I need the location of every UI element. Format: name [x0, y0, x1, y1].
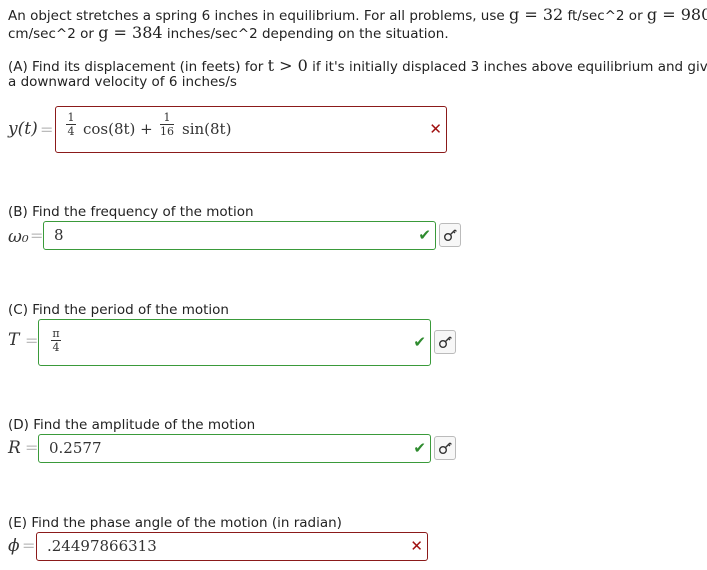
- question-a-text: (A) Find its displacement (in feets) for: [8, 59, 264, 75]
- equals-sign: =: [25, 331, 39, 350]
- answer-b-value: 8: [54, 226, 64, 244]
- fraction-pi-4: π 4: [51, 328, 61, 353]
- answer-b-input[interactable]: 8 ✔: [43, 221, 436, 250]
- gravity-cm: g = 980: [646, 5, 707, 24]
- intro-text: inches/sec^2 depending on the situation.: [166, 26, 449, 42]
- sin-term: sin(8t): [182, 120, 232, 138]
- numerator: π: [52, 327, 60, 340]
- question-c: (C) Find the period of the motion: [8, 302, 229, 318]
- answer-c-input[interactable]: π 4 ✔: [38, 319, 431, 366]
- numerator: 1: [163, 111, 171, 124]
- question-e: (E) Find the phase angle of the motion (…: [8, 515, 342, 531]
- correct-icon: ✔: [413, 333, 426, 351]
- answer-b-label: ω₀: [8, 227, 29, 247]
- denominator: 4: [67, 125, 75, 138]
- key-button[interactable]: [434, 330, 456, 354]
- fraction-1-16: 1 16: [160, 112, 174, 137]
- incorrect-icon: ✕: [410, 537, 423, 555]
- key-icon: [438, 336, 452, 348]
- incorrect-icon: ✕: [429, 120, 442, 138]
- intro-line-2: cm/sec^2 or g = 384 inches/sec^2 dependi…: [8, 24, 449, 43]
- answer-a-label: y(t): [8, 119, 38, 139]
- key-button[interactable]: [434, 436, 456, 460]
- answer-e-value: .24497866313: [47, 537, 157, 555]
- condition-math: t > 0: [267, 56, 308, 75]
- key-icon: [438, 442, 452, 454]
- gravity-in: g = 384: [98, 23, 163, 42]
- equals-sign: =: [22, 536, 36, 555]
- numerator: 1: [67, 111, 75, 124]
- correct-icon: ✔: [418, 226, 431, 244]
- intro-text: ft/sec^2 or: [567, 8, 643, 24]
- question-d: (D) Find the amplitude of the motion: [8, 417, 256, 433]
- intro-text: An object stretches a spring 6 inches in…: [8, 8, 505, 24]
- cos-term: cos(8t) +: [83, 120, 153, 138]
- question-a-line-2: a downward velocity of 6 inches/s: [8, 74, 237, 90]
- answer-d-value: 0.2577: [49, 439, 102, 457]
- question-a-text: if it's initially displaced 3 inches abo…: [312, 59, 707, 75]
- fraction-1-4: 1 4: [66, 112, 76, 137]
- answer-e-input[interactable]: .24497866313 ✕: [36, 532, 428, 561]
- answer-d-input[interactable]: 0.2577 ✔: [38, 434, 431, 463]
- denominator: 16: [160, 125, 174, 138]
- correct-icon: ✔: [413, 439, 426, 457]
- equals-sign: =: [25, 438, 39, 457]
- question-b: (B) Find the frequency of the motion: [8, 204, 254, 220]
- gravity-ft: g = 32: [509, 5, 564, 24]
- answer-e-label: ϕ: [8, 536, 20, 556]
- key-icon: [443, 229, 457, 241]
- equals-sign: =: [40, 120, 54, 139]
- denominator: 4: [52, 341, 60, 354]
- answer-d-label: R: [8, 438, 21, 458]
- answer-c-label: T: [8, 330, 20, 350]
- answer-a-input[interactable]: 1 4 cos(8t) + 1 16 sin(8t) ✕: [55, 106, 447, 153]
- equals-sign: =: [30, 226, 44, 245]
- key-button[interactable]: [439, 223, 461, 247]
- intro-text: cm/sec^2 or: [8, 26, 94, 42]
